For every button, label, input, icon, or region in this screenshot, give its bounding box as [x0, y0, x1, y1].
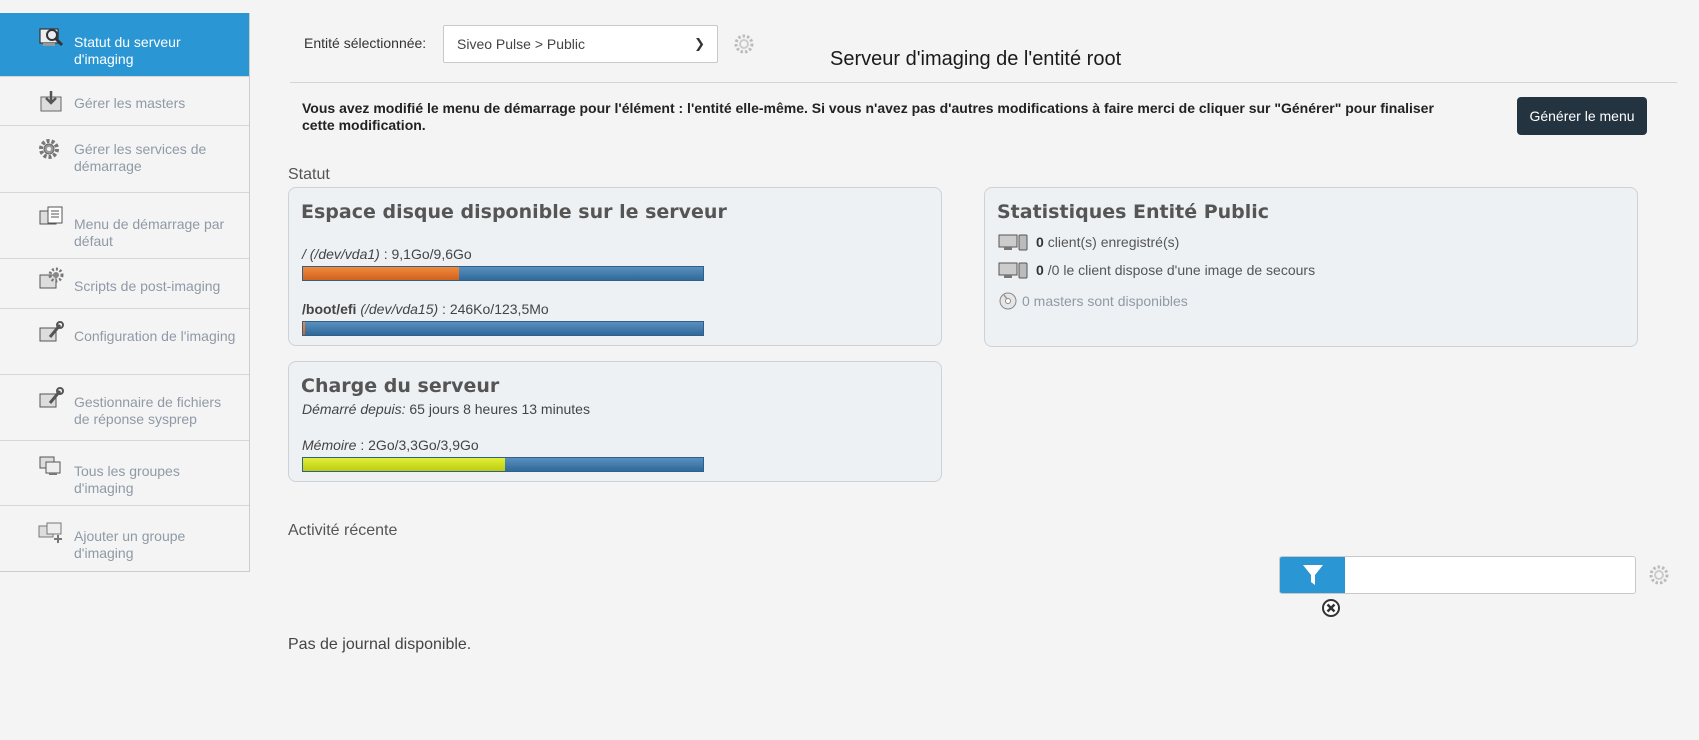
partition-root-bar-fill	[303, 267, 459, 280]
sidebar-item-config[interactable]: Configuration de l'imaging	[0, 309, 249, 375]
chevron-down-icon: ❯	[694, 36, 705, 51]
partition-separator: :	[438, 301, 450, 317]
filter-icon	[1302, 565, 1323, 585]
partition-mount: /boot/efi	[302, 301, 357, 317]
sidebar-item-statut-serveur[interactable]: Statut du serveur d'imaging	[0, 13, 249, 77]
entity-select-label: Entité sélectionnée:	[304, 35, 427, 51]
generate-menu-button[interactable]: Générer le menu	[1517, 97, 1647, 135]
imaging-config-icon	[39, 321, 64, 342]
entity-stats-title: Statistiques Entité Public	[997, 201, 1270, 223]
clear-filter-icon[interactable]	[1322, 599, 1340, 617]
uptime-label: Démarré depuis:	[302, 401, 406, 417]
page-title: Serveur d'imaging de l'entité root	[830, 48, 1122, 70]
masters-available-row: 0 masters sont disponibles	[998, 291, 1188, 311]
uptime-value: 65 jours 8 heures 13 minutes	[405, 401, 590, 417]
post-imaging-scripts-icon	[39, 267, 64, 289]
sidebar-item-all-groups[interactable]: Tous les groupes d'imaging	[0, 441, 249, 506]
activity-filter	[1279, 556, 1636, 594]
sidebar-item-label: Configuration de l'imaging	[74, 328, 236, 344]
registered-clients-text: client(s) enregistré(s)	[1047, 234, 1180, 250]
partition-mount: /	[302, 246, 306, 262]
memory-label: Mémoire	[302, 437, 357, 453]
section-title-activity: Activité récente	[288, 522, 398, 539]
computer-icon	[998, 234, 1028, 251]
sidebar-item-label: Tous les groupes d'imaging	[74, 463, 180, 496]
partition-separator: :	[379, 246, 392, 262]
partition-root-bar	[302, 266, 704, 281]
server-load-panel: Charge du serveur Démarré depuis: 65 jou…	[288, 361, 942, 482]
notice-message: Vous avez modifié le menu de démarrage p…	[302, 100, 1434, 133]
partition-efi-bar-fill	[303, 322, 305, 335]
partition-efi-bar	[302, 321, 704, 336]
entity-select[interactable]: Siveo Pulse > Public ❯	[443, 25, 718, 63]
sidebar-item-services[interactable]: Gérer les services de démarrage	[0, 126, 249, 193]
rescue-image-count: 0	[1036, 262, 1044, 278]
disc-icon	[999, 292, 1017, 310]
sidebar-item-label: Gérer les masters	[74, 95, 186, 111]
partition-efi-line: /boot/efi (/dev/vda15) : 246Ko/123,5Mo	[302, 301, 549, 317]
entity-stats-panel: Statistiques Entité Public 0 client(s) e…	[984, 187, 1638, 347]
sidebar-item-label: Gérer les services de démarrage	[74, 141, 207, 174]
partition-root-line: / (/dev/vda1) : 9,1Go/9,6Go	[302, 246, 472, 262]
boot-menu-icon	[39, 206, 63, 225]
divider	[290, 82, 1677, 83]
loading-spinner-icon	[1649, 565, 1669, 585]
add-group-icon	[38, 522, 62, 543]
sidebar-item-post-imaging[interactable]: Scripts de post-imaging	[0, 259, 249, 309]
memory-value: : 2Go/3,3Go/3,9Go	[356, 437, 479, 453]
sidebar-item-sysprep[interactable]: Gestionnaire de fichiers de réponse sysp…	[0, 375, 249, 441]
uptime-line: Démarré depuis: 65 jours 8 heures 13 min…	[302, 401, 590, 417]
rescue-image-text: /0 le client dispose d'une image de seco…	[1047, 262, 1316, 278]
memory-line: Mémoire : 2Go/3,3Go/3,9Go	[302, 437, 479, 453]
sidebar-item-label: Menu de démarrage par défaut	[74, 216, 225, 249]
section-title-status: Statut	[288, 166, 330, 183]
server-status-icon	[39, 28, 64, 47]
filter-button[interactable]	[1280, 557, 1345, 593]
registered-clients-row: 0 client(s) enregistré(s)	[998, 233, 1179, 251]
partition-device: (/dev/vda1)	[309, 246, 380, 262]
filter-input[interactable]	[1345, 557, 1635, 593]
sidebar-item-boot-menu[interactable]: Menu de démarrage par défaut	[0, 193, 249, 259]
sidebar-item-label: Scripts de post-imaging	[74, 278, 221, 294]
masters-available-text: 0 masters sont disponibles	[1022, 293, 1188, 309]
memory-bar	[302, 457, 704, 472]
registered-clients-count: 0	[1036, 234, 1044, 250]
sidebar-item-add-group[interactable]: Ajouter un groupe d'imaging	[0, 506, 249, 571]
gear-icon	[39, 139, 59, 159]
entity-select-value: Siveo Pulse > Public	[457, 36, 586, 52]
sidebar-item-label: Gestionnaire de fichiers de réponse sysp…	[74, 394, 222, 427]
sidebar-item-masters[interactable]: Gérer les masters	[0, 77, 249, 126]
sidebar-item-label: Ajouter un groupe d'imaging	[74, 528, 186, 561]
partition-usage: 9,1Go/9,6Go	[391, 246, 472, 262]
masters-icon	[40, 91, 62, 112]
partition-usage: 246Ko/123,5Mo	[449, 301, 549, 317]
disk-space-title: Espace disque disponible sur le serveur	[301, 201, 727, 223]
computer-icon	[998, 262, 1028, 279]
partition-device: (/dev/vda15)	[360, 301, 439, 317]
sidebar: Statut du serveur d'imaging Gérer les ma…	[0, 13, 250, 572]
empty-log-message: Pas de journal disponible.	[288, 636, 472, 653]
loading-spinner-icon	[734, 34, 754, 54]
sidebar-item-label: Statut du serveur d'imaging	[74, 34, 181, 67]
groups-icon	[39, 456, 61, 475]
sysprep-icon	[39, 387, 64, 408]
disk-space-panel: Espace disque disponible sur le serveur …	[288, 187, 942, 346]
rescue-image-row: 0 /0 le client dispose d'une image de se…	[998, 261, 1315, 279]
server-load-title: Charge du serveur	[301, 375, 500, 397]
memory-bar-fill	[303, 458, 505, 471]
